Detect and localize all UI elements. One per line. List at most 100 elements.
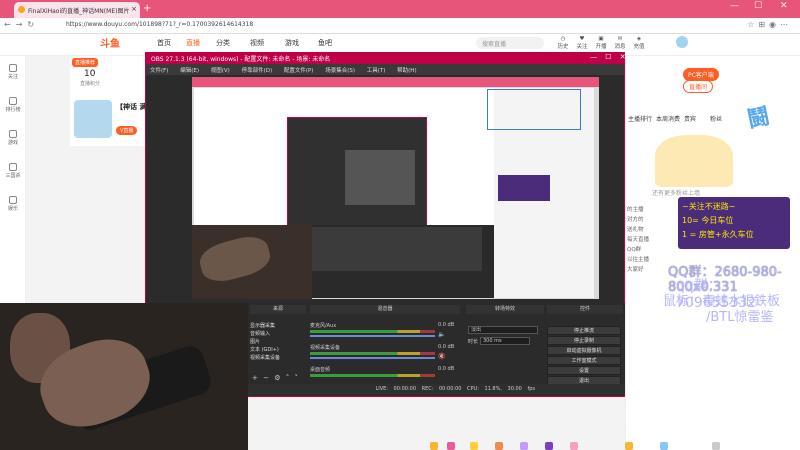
gift-icon[interactable] <box>625 442 633 450</box>
tab-host-rank[interactable]: 主播排行 <box>628 114 652 123</box>
volume-meter <box>310 330 435 333</box>
settings-button[interactable]: 设置 <box>547 366 621 375</box>
gift-icon[interactable] <box>545 442 553 450</box>
minimize-button[interactable]: — <box>730 1 739 11</box>
chat-line: QQ群 <box>627 247 642 253</box>
speaker-icon[interactable]: 🔈 <box>438 331 445 338</box>
speaker-muted-icon[interactable]: 🔇 <box>438 353 445 360</box>
volume-slider[interactable] <box>310 335 435 337</box>
studio-mode-button[interactable]: 工作室模式 <box>547 356 621 365</box>
channel-db: 0.0 dB <box>438 344 455 350</box>
down-icon[interactable]: ˅ <box>294 374 298 382</box>
history-icon[interactable]: ◷ 历史 <box>556 36 570 50</box>
tab-fans[interactable]: 粉丝 <box>710 114 722 123</box>
host-avatar[interactable] <box>74 100 112 138</box>
tab-vip[interactable]: 贵宾 <box>684 114 696 123</box>
remove-icon[interactable]: − <box>263 374 269 382</box>
gift-icon[interactable] <box>430 442 438 450</box>
banner-line: 10= 今日车位 <box>682 216 734 225</box>
sidebar-item-games[interactable]: 游戏 <box>2 130 24 146</box>
sidebar-item-follow[interactable]: 关注 <box>2 64 24 80</box>
source-toolbar[interactable]: + − ⚙ ˄ ˅ <box>252 374 298 382</box>
channel-name: 麦克风/Aux <box>310 323 337 329</box>
gift-icon[interactable] <box>570 442 578 450</box>
webcam-overlay <box>0 303 248 450</box>
host-name: 【神话 满 <box>116 103 147 111</box>
stop-record-button[interactable]: 停止录制 <box>547 336 621 345</box>
obs-menu-file[interactable]: 文件(F) <box>150 68 168 74</box>
sidebar-item-sanguosha[interactable]: 三国杀 <box>2 163 24 179</box>
broadcast-label: 开播 <box>595 44 607 50</box>
menu-icon[interactable]: ⋯ <box>780 20 792 29</box>
nav-live[interactable]: 直播 <box>186 38 200 48</box>
new-tab-button[interactable]: + <box>143 3 151 14</box>
gift-icon[interactable] <box>520 442 528 450</box>
stop-stream-button[interactable]: 停止推流 <box>547 326 621 335</box>
source-item[interactable]: 显示器采集 <box>250 322 312 330</box>
back-icon[interactable]: ← <box>4 20 16 29</box>
transition-select[interactable]: 淡出 <box>468 326 538 334</box>
sidebar-item-ranking[interactable]: 排行榜 <box>2 97 24 113</box>
gear-icon[interactable]: ⚙ <box>274 374 280 382</box>
gamepad-icon <box>9 130 17 138</box>
close-window-button[interactable]: ✕ <box>780 1 788 11</box>
browser-toolbar-icons[interactable]: ☆⊞◉⋯ <box>747 20 792 29</box>
follow-icon[interactable]: ♥ 关注 <box>575 36 589 50</box>
gift-icon[interactable] <box>470 442 478 450</box>
nav-yuba[interactable]: 鱼吧 <box>318 38 332 48</box>
obs-window-controls[interactable]: — ☐ ✕ <box>590 53 626 61</box>
gift-icon[interactable] <box>447 442 455 450</box>
forward-icon[interactable]: → <box>16 20 28 29</box>
nav-home[interactable]: 首页 <box>157 38 171 48</box>
obs-menu-view[interactable]: 视图(V) <box>211 68 230 74</box>
extensions-icon[interactable]: ⊞ <box>758 20 769 29</box>
nav-buttons[interactable]: ←→↻ <box>4 20 39 29</box>
obs-menu-docks[interactable]: 停靠部件(D) <box>242 68 273 74</box>
follow-banner: ~关注不迷路~ 10= 今日车位 1 = 房管+永久车位 <box>678 197 790 249</box>
sidebar-label: 关注 <box>7 74 18 80</box>
volume-slider[interactable] <box>310 357 435 359</box>
message-icon[interactable]: ✉ 消息 <box>613 36 627 50</box>
gift-icon[interactable] <box>495 442 503 450</box>
volume-meter <box>310 374 435 377</box>
tab-week-spend[interactable]: 本周消费 <box>656 114 680 123</box>
obs-menu-help[interactable]: 帮助(H) <box>397 68 416 74</box>
browser-tab[interactable]: FinalXiHaoi的直播_神话MN(ME)图片 × <box>14 2 140 18</box>
tab-close-icon[interactable]: × <box>131 5 137 13</box>
up-icon[interactable]: ˄ <box>286 374 290 382</box>
mixer-dock-header: 混音器 <box>310 305 460 314</box>
mixer-channel: 麦克风/Aux 0.0 dB 🔈 <box>310 322 460 342</box>
nav-category[interactable]: 分类 <box>216 38 230 48</box>
channel-db: 0.0 dB <box>438 322 455 328</box>
maximize-button[interactable]: ☐ <box>754 1 762 11</box>
recharge-icon[interactable]: ◈ 充值 <box>632 36 646 50</box>
obs-menu-edit[interactable]: 编辑(E) <box>180 68 199 74</box>
star-sidebar-icon <box>9 196 17 204</box>
source-item[interactable]: 图片 <box>250 338 312 346</box>
user-avatar[interactable] <box>675 35 689 49</box>
source-item[interactable]: 视频采集设备 <box>250 354 312 362</box>
nav-video[interactable]: 视频 <box>250 38 264 48</box>
star-icon[interactable]: ☆ <box>747 20 758 29</box>
nav-games[interactable]: 游戏 <box>285 38 299 48</box>
v-badge[interactable]: V直播 <box>116 126 138 135</box>
broadcast-icon[interactable]: ▣ 开播 <box>594 36 608 50</box>
source-item[interactable]: 文本 (GDI+) <box>250 346 312 354</box>
gift-icon[interactable] <box>712 442 720 450</box>
add-icon[interactable]: + <box>252 374 258 382</box>
refresh-icon[interactable]: ↻ <box>27 20 39 29</box>
virtual-camera-button[interactable]: 启动虚拟摄像机 <box>547 346 621 355</box>
obs-menu-tools[interactable]: 工具(T) <box>367 68 386 74</box>
preview-selection-box[interactable] <box>487 89 581 130</box>
profile-icon[interactable]: ◉ <box>769 20 780 29</box>
url-field[interactable]: https://www.douyu.com/101898?71?_r=0.170… <box>66 21 253 28</box>
sidebar-item-entertainment[interactable]: 娱乐 <box>2 196 24 212</box>
douyu-logo[interactable]: 斗鱼 <box>100 35 134 50</box>
duration-input[interactable]: 300 ms <box>480 337 530 345</box>
obs-menu-profile[interactable]: 配置文件(P) <box>284 68 314 74</box>
room-button[interactable]: 直播间 <box>683 80 714 93</box>
search-input[interactable]: 搜索直播 <box>476 37 544 49</box>
source-item[interactable]: 音频输入 <box>250 330 312 338</box>
obs-menu-scene[interactable]: 场景集合(S) <box>325 68 355 74</box>
gift-icon[interactable] <box>660 442 668 450</box>
